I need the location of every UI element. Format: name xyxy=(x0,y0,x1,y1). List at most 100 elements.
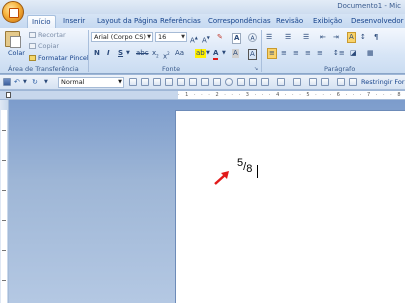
redo-icon[interactable]: ↻ xyxy=(32,78,38,87)
track-changes-icon[interactable] xyxy=(337,78,345,86)
insert-table-icon[interactable] xyxy=(141,78,149,86)
text-box-icon[interactable] xyxy=(237,78,245,86)
save-icon[interactable] xyxy=(3,78,11,86)
tab-exibicao[interactable]: Exibição xyxy=(309,15,346,28)
footnote-icon[interactable] xyxy=(309,78,317,86)
grow-font-icon[interactable]: A▲ xyxy=(190,33,198,45)
borders-icon[interactable]: ▦ xyxy=(367,49,374,58)
customize-qat-icon[interactable]: ▼ xyxy=(44,78,48,87)
brush-icon xyxy=(29,55,36,61)
insert-picture-icon[interactable] xyxy=(153,78,161,86)
align-right-icon[interactable]: ≡ xyxy=(293,49,299,58)
horizontal-ruler[interactable]: · 1 · · · 2 · · · 3 · · · 4 · · · 5 · · … xyxy=(178,91,405,100)
ruler-margin xyxy=(0,91,178,100)
clipboard-group-label: Área de Transferência xyxy=(8,65,79,73)
copy-icon xyxy=(29,43,36,49)
asian-layout-icon[interactable]: A xyxy=(347,32,356,43)
numbering-icon[interactable]: ☰ xyxy=(285,33,291,42)
shading-icon[interactable]: ◪ xyxy=(350,49,357,58)
document-page[interactable] xyxy=(175,110,405,303)
restrict-formatting-button[interactable]: Restringir Forma xyxy=(361,78,405,86)
zoom-icon[interactable] xyxy=(201,78,209,86)
bullets-icon[interactable]: ☰ xyxy=(266,33,272,42)
tab-desenvolvedor[interactable]: Desenvolvedor xyxy=(347,15,405,28)
protect-icon[interactable] xyxy=(349,78,357,86)
styles-icon[interactable] xyxy=(129,78,137,86)
underline-icon[interactable]: S xyxy=(118,49,123,58)
group-divider xyxy=(261,30,262,72)
phonetic-guide-icon[interactable]: A xyxy=(232,33,242,44)
fraction-text[interactable]: 5/8 xyxy=(237,157,252,175)
tab-selector-icon[interactable] xyxy=(6,92,11,98)
underline-dropdown-icon[interactable]: ▼ xyxy=(126,49,130,58)
tab-inicio[interactable]: Início xyxy=(27,15,56,28)
highlight-dropdown-icon[interactable]: ▼ xyxy=(206,49,210,58)
copy-button[interactable]: Copiar xyxy=(29,42,59,50)
show-marks-icon[interactable]: ¶ xyxy=(374,33,378,42)
group-divider xyxy=(88,30,89,72)
undo-dropdown-icon[interactable]: ▼ xyxy=(23,78,27,87)
chevron-down-icon: ▼ xyxy=(181,34,185,40)
char-shading-icon[interactable]: A xyxy=(232,49,239,58)
line-spacing-icon[interactable]: ↕≡ xyxy=(333,49,345,58)
vertical-ruler[interactable] xyxy=(0,100,9,303)
superscript-icon[interactable]: x2 xyxy=(163,49,170,61)
bold-icon[interactable]: N xyxy=(94,49,100,58)
font-size-select[interactable]: 16 ▼ xyxy=(155,32,187,42)
chevron-down-icon: ▼ xyxy=(118,79,122,85)
tab-inserir[interactable]: Inserir xyxy=(59,15,89,28)
insert-chart-icon[interactable] xyxy=(165,78,173,86)
sort-icon[interactable]: ↕ xyxy=(360,33,366,42)
highlight-icon[interactable]: ab xyxy=(195,49,206,58)
enclose-char-icon[interactable]: A xyxy=(248,33,257,42)
font-color-icon[interactable]: A xyxy=(213,49,219,60)
title-bar: Documento1 - Mic xyxy=(0,0,405,14)
spelling-icon[interactable] xyxy=(213,78,221,86)
scissors-icon xyxy=(29,32,36,38)
italic-icon[interactable]: I xyxy=(107,49,110,58)
distributed-icon[interactable]: ≡ xyxy=(317,49,323,58)
char-border-icon[interactable]: A xyxy=(248,49,257,60)
paste-button[interactable]: Colar xyxy=(8,49,25,57)
format-painter-button[interactable]: Formatar Pincel xyxy=(29,54,89,62)
tab-referencias[interactable]: Referências xyxy=(156,15,205,28)
style-select[interactable]: Normal ▼ xyxy=(58,77,124,88)
text-cursor xyxy=(257,165,258,178)
circle-icon[interactable] xyxy=(225,78,233,86)
paste-icon[interactable] xyxy=(5,31,21,48)
justify-icon[interactable]: ≡ xyxy=(305,49,311,58)
ruler-tick xyxy=(2,280,6,281)
symbol-icon[interactable] xyxy=(277,78,285,86)
comment-icon[interactable] xyxy=(321,78,329,86)
align-left-icon[interactable]: ≡ xyxy=(267,48,277,59)
increase-indent-icon[interactable]: ⇥ xyxy=(333,33,339,42)
tab-layout[interactable]: Layout da Página xyxy=(93,15,161,28)
font-name-select[interactable]: Arial (Corpo CS) ▼ xyxy=(91,32,153,42)
equation-icon[interactable] xyxy=(293,78,301,86)
multilevel-list-icon[interactable]: ☰ xyxy=(303,33,309,42)
cut-button[interactable]: Recortar xyxy=(29,31,66,39)
subscript-icon[interactable]: x2 xyxy=(152,49,159,60)
tab-correspondencias[interactable]: Correspondências xyxy=(204,15,275,28)
hyperlink-icon[interactable] xyxy=(249,78,257,86)
undo-icon[interactable]: ↶ xyxy=(14,78,20,87)
shrink-font-icon[interactable]: A▼ xyxy=(202,33,210,45)
print-preview-icon[interactable] xyxy=(189,78,197,86)
font-color-dropdown-icon[interactable]: ▼ xyxy=(222,49,226,58)
align-center-icon[interactable]: ≡ xyxy=(281,49,287,58)
fraction-numerator: 5 xyxy=(237,157,244,169)
bookmark-icon[interactable] xyxy=(261,78,269,86)
style-value: Normal xyxy=(61,78,85,86)
tab-revisao[interactable]: Revisão xyxy=(272,15,307,28)
decrease-indent-icon[interactable]: ⇤ xyxy=(320,33,326,42)
font-group-label: Fonte xyxy=(162,65,181,73)
paragraph-group-label: Parágrafo xyxy=(324,65,356,73)
clear-format-icon[interactable]: ✎ xyxy=(217,33,223,42)
strikethrough-icon[interactable]: abc xyxy=(136,49,149,58)
insert-shape-icon[interactable] xyxy=(177,78,185,86)
chevron-down-icon: ▼ xyxy=(147,34,151,40)
quick-access-toolbar: ↶ ▼ ↻ ▼ Normal ▼ Restringir Forma xyxy=(0,75,405,90)
font-dialog-launcher-icon[interactable]: ↘ xyxy=(254,65,258,74)
office-button[interactable] xyxy=(2,1,24,23)
change-case-icon[interactable]: Aa xyxy=(175,49,184,58)
